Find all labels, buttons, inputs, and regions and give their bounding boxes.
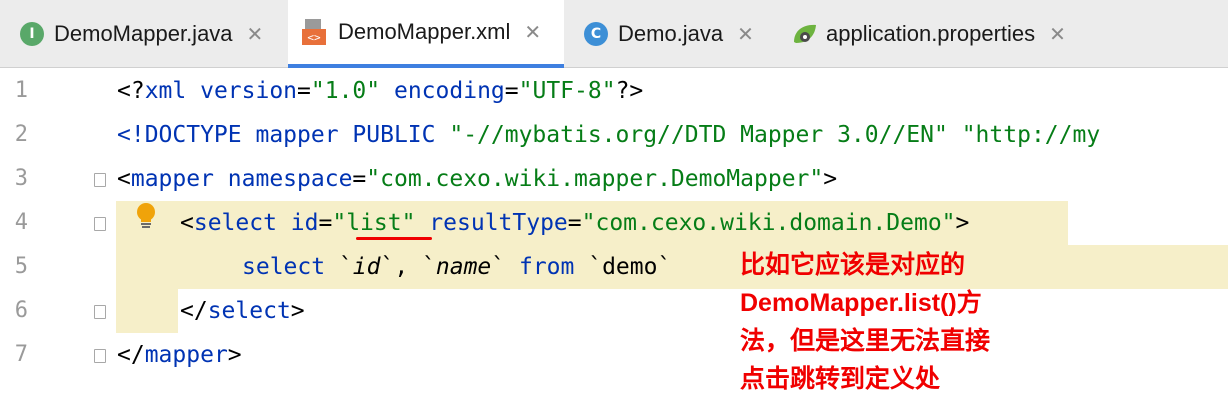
spring-leaf-icon bbox=[790, 22, 818, 46]
tab-label: application.properties bbox=[826, 20, 1036, 46]
svg-text:<>: <> bbox=[307, 31, 321, 44]
class-icon: C bbox=[584, 21, 608, 46]
line-number: 2 bbox=[14, 122, 28, 147]
fold-marker[interactable] bbox=[94, 349, 106, 363]
fold-marker[interactable] bbox=[94, 217, 106, 231]
line-number: 5 bbox=[14, 254, 28, 279]
code-line: 3 <mapper namespace="com.cexo.wiki.mappe… bbox=[0, 157, 1228, 201]
line-number: 7 bbox=[14, 342, 28, 367]
code-line: 5 select `id`, `name` from `demo` bbox=[0, 245, 1228, 289]
red-underline-mark bbox=[356, 237, 432, 240]
editor-tab-bar: I DemoMapper.java ✕ <> DemoMapper.xml ✕ … bbox=[0, 0, 1228, 68]
code-line: 2 <!DOCTYPE mapper PUBLIC "-//mybatis.or… bbox=[0, 113, 1228, 157]
code-line: 7 </mapper> bbox=[0, 333, 1228, 377]
close-icon[interactable]: ✕ bbox=[524, 20, 541, 44]
tab-label: DemoMapper.java bbox=[54, 20, 233, 46]
tab-demo-java[interactable]: C Demo.java ✕ bbox=[584, 0, 754, 67]
code-line: 4 <select id="list" resultType="com.cexo… bbox=[0, 201, 1228, 245]
xml-file-icon: <> bbox=[302, 19, 326, 45]
fold-marker[interactable] bbox=[94, 173, 106, 187]
code-editor[interactable]: 1 <?xml version="1.0" encoding="UTF-8"?>… bbox=[0, 68, 1228, 410]
close-icon[interactable]: ✕ bbox=[1049, 22, 1066, 46]
tab-application-properties[interactable]: application.properties ✕ bbox=[790, 0, 1066, 67]
lightbulb-icon[interactable] bbox=[135, 203, 157, 229]
tab-demomapper-xml[interactable]: <> DemoMapper.xml ✕ bbox=[288, 0, 564, 68]
code-text: <?xml version="1.0" encoding="UTF-8"?> bbox=[117, 78, 644, 104]
close-icon[interactable]: ✕ bbox=[737, 22, 754, 46]
code-text: select `id`, `name` from `demo` bbox=[242, 254, 672, 280]
code-text: <!DOCTYPE mapper PUBLIC "-//mybatis.org/… bbox=[117, 122, 1101, 148]
line-number: 4 bbox=[14, 210, 28, 235]
tab-demomapper-java[interactable]: I DemoMapper.java ✕ bbox=[20, 0, 263, 67]
code-line: 1 <?xml version="1.0" encoding="UTF-8"?> bbox=[0, 69, 1228, 113]
code-text: </select> bbox=[180, 298, 305, 324]
interface-icon: I bbox=[20, 21, 44, 46]
code-line: 6 </select> bbox=[0, 289, 1228, 333]
tab-label: Demo.java bbox=[618, 20, 724, 46]
line-number: 1 bbox=[14, 78, 28, 103]
line-number: 6 bbox=[14, 298, 28, 323]
red-annotation-text: 比如它应该是对应的 DemoMapper.list()方 法，但是这里无法直接 … bbox=[740, 251, 991, 393]
fold-marker[interactable] bbox=[94, 305, 106, 319]
line-number: 3 bbox=[14, 166, 28, 191]
code-text: <mapper namespace="com.cexo.wiki.mapper.… bbox=[117, 166, 838, 192]
tab-label: DemoMapper.xml bbox=[338, 19, 511, 44]
code-text: </mapper> bbox=[117, 342, 242, 368]
close-icon[interactable]: ✕ bbox=[247, 22, 264, 46]
code-text: <select id="list" resultType="com.cexo.w… bbox=[180, 210, 970, 236]
